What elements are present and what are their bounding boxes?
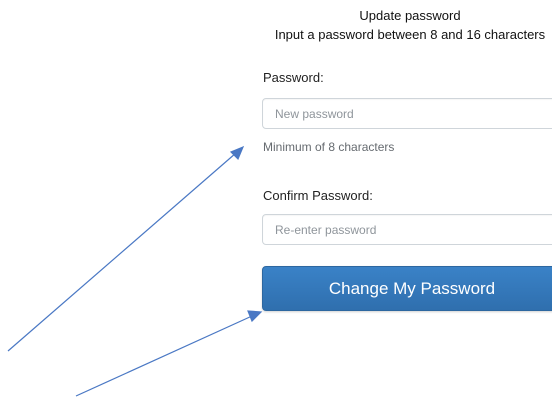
confirm-password-label: Confirm Password: <box>263 188 373 203</box>
confirm-password-input[interactable] <box>263 215 552 244</box>
password-field-container[interactable] <box>262 98 552 129</box>
password-instructions: Input a password between 8 and 16 charac… <box>274 27 546 42</box>
arrow-head-to-change-button <box>247 310 263 323</box>
arrow-head-to-password-hint <box>229 145 245 161</box>
change-password-button[interactable]: Change My Password <box>262 266 552 311</box>
password-input[interactable] <box>263 99 552 128</box>
arrow-line-to-change-button <box>75 315 253 397</box>
confirm-password-field-container[interactable] <box>262 214 552 245</box>
password-label: Password: <box>263 70 324 85</box>
page-title: Update password <box>359 8 461 23</box>
update-password-page: Update password Input a password between… <box>0 0 552 398</box>
arrow-line-to-password-hint <box>7 152 237 352</box>
password-hint: Minimum of 8 characters <box>263 140 395 154</box>
